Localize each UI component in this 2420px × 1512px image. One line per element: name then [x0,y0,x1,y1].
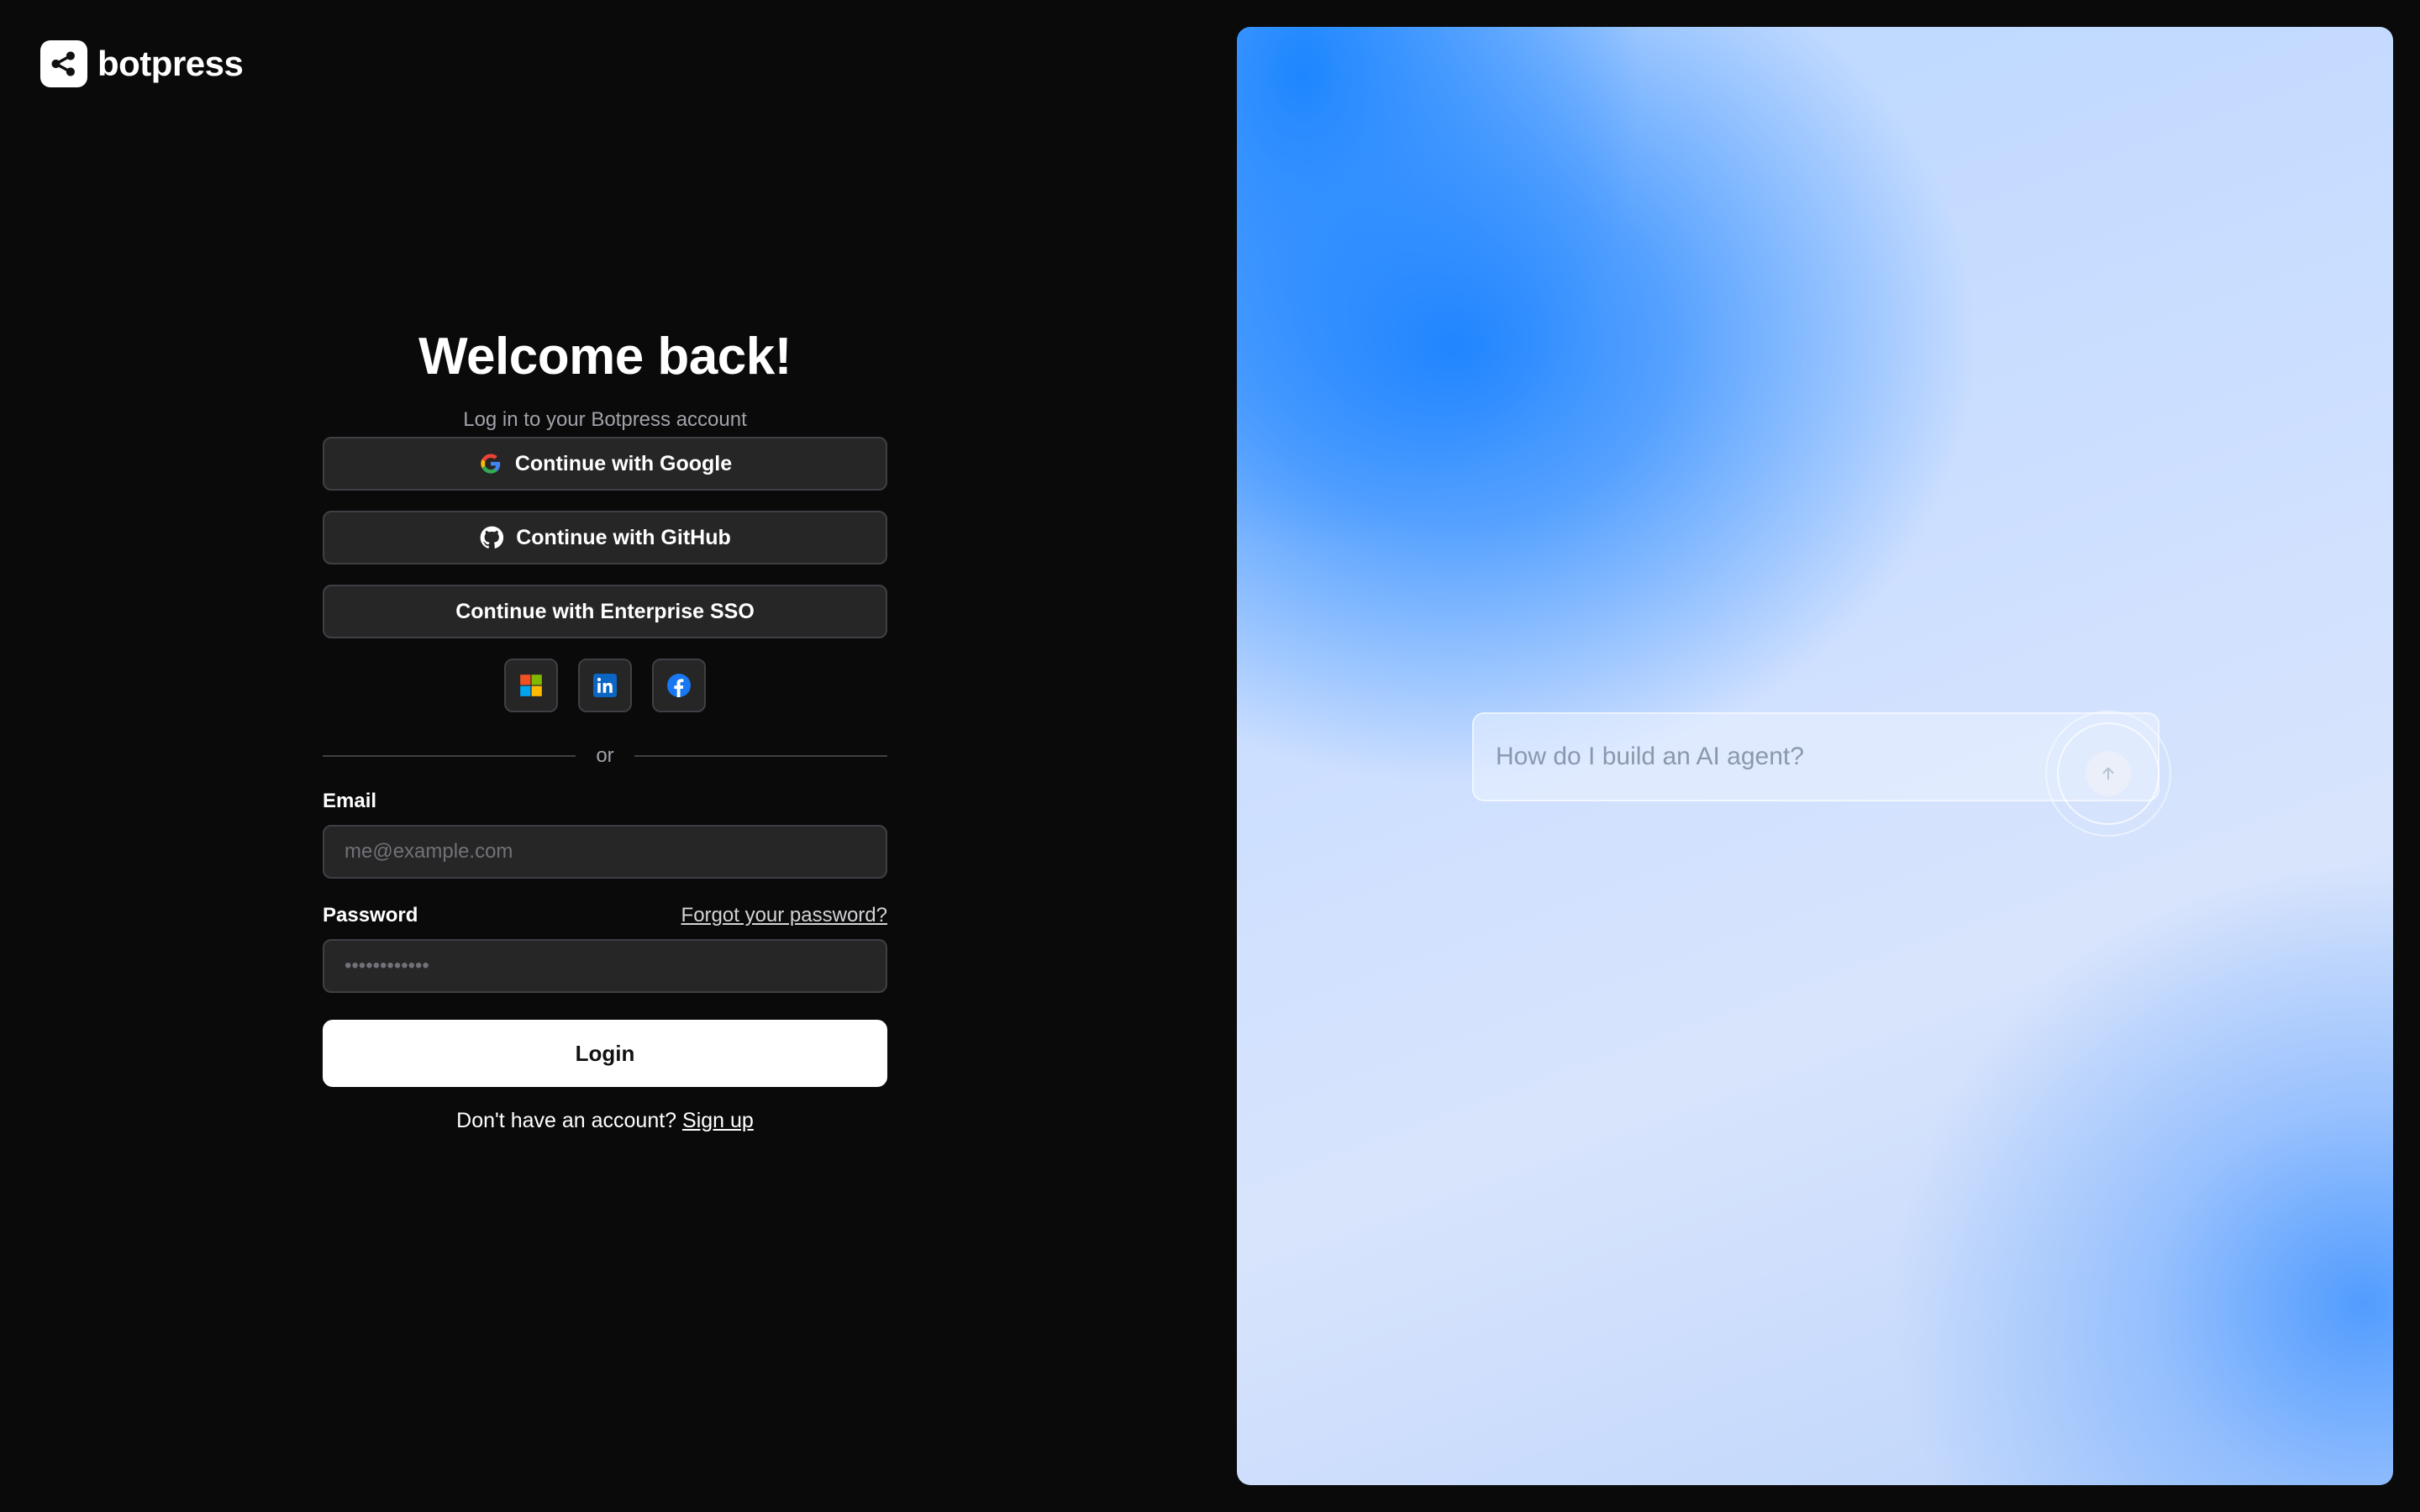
login-button[interactable]: Login [323,1020,887,1087]
github-login-label: Continue with GitHub [516,525,731,549]
github-login-button[interactable]: Continue with GitHub [323,511,887,564]
signup-prompt-text: Don't have an account? [456,1109,677,1132]
password-field[interactable] [323,939,887,993]
google-icon [478,451,503,476]
send-arrow-icon [2086,751,2131,796]
social-login-row [323,659,887,712]
password-label: Password [323,904,418,927]
divider-line-left [323,755,576,757]
divider-text: or [596,744,614,767]
brand-name: botpress [97,44,244,83]
google-login-button[interactable]: Continue with Google [323,437,887,491]
signup-prompt: Don't have an account? Sign up [323,1109,887,1133]
login-form: Welcome back! Log in to your Botpress ac… [323,319,887,1133]
page-title: Welcome back! [418,328,792,386]
divider-line-right [634,755,887,757]
github-icon [479,525,504,550]
facebook-login-button[interactable] [652,659,706,712]
enterprise-sso-button[interactable]: Continue with Enterprise SSO [323,585,887,638]
brand-logo[interactable]: botpress [40,40,244,87]
email-label: Email [323,790,377,812]
hero-panel: How do I build an AI agent? [1237,27,2393,1485]
enterprise-sso-label: Continue with Enterprise SSO [455,599,755,623]
page-subtitle: Log in to your Botpress account [463,408,747,431]
linkedin-login-button[interactable] [578,659,632,712]
signup-link[interactable]: Sign up [682,1109,754,1132]
microsoft-icon [520,675,542,696]
linkedin-icon [593,674,617,697]
demo-prompt-text: How do I build an AI agent? [1496,743,1804,770]
botpress-logo-icon [40,40,87,87]
forgot-password-link[interactable]: Forgot your password? [681,904,887,927]
google-login-label: Continue with Google [514,451,733,475]
email-field[interactable] [323,825,887,879]
microsoft-login-button[interactable] [504,659,558,712]
facebook-icon [667,674,691,697]
password-label-row: Password Forgot your password? [323,904,887,927]
or-divider: or [323,744,887,768]
